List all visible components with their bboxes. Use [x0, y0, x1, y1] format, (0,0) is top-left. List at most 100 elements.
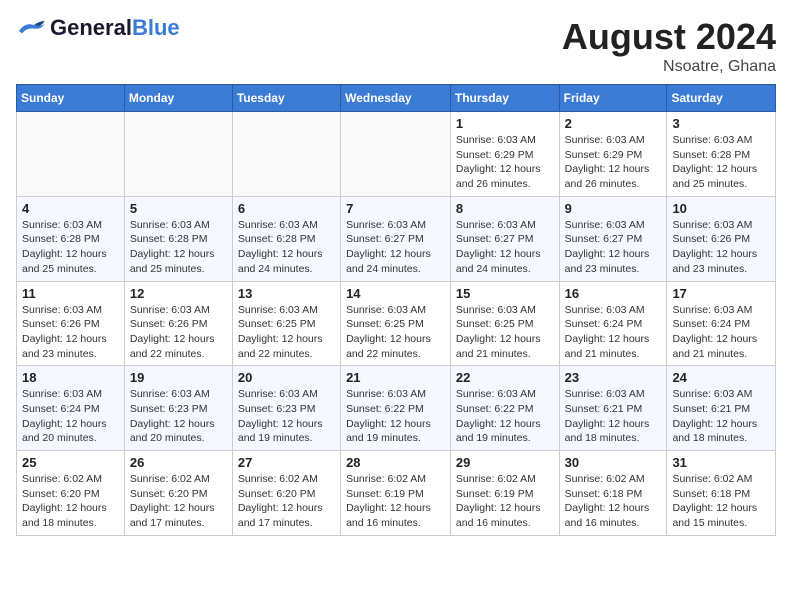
day-info: Sunrise: 6:03 AM Sunset: 6:21 PM Dayligh… — [565, 387, 662, 446]
calendar-cell: 22 Sunrise: 6:03 AM Sunset: 6:22 PM Dayli… — [450, 366, 559, 451]
calendar-cell: 4 Sunrise: 6:03 AM Sunset: 6:28 PM Daylig… — [17, 196, 125, 281]
col-saturday: Saturday — [667, 85, 776, 112]
day-number: 4 — [22, 201, 119, 216]
page-header: GeneralBlue August 2024 Nsoatre, Ghana — [16, 16, 776, 76]
calendar-cell: 6 Sunrise: 6:03 AM Sunset: 6:28 PM Daylig… — [232, 196, 340, 281]
calendar-cell: 1 Sunrise: 6:03 AM Sunset: 6:29 PM Daylig… — [450, 112, 559, 197]
calendar-week-3: 11 Sunrise: 6:03 AM Sunset: 6:26 PM Dayli… — [17, 281, 776, 366]
calendar-header-row: Sunday Monday Tuesday Wednesday Thursday… — [17, 85, 776, 112]
calendar-cell: 31 Sunrise: 6:02 AM Sunset: 6:18 PM Dayli… — [667, 451, 776, 536]
col-sunday: Sunday — [17, 85, 125, 112]
calendar-cell: 26 Sunrise: 6:02 AM Sunset: 6:20 PM Dayli… — [124, 451, 232, 536]
day-number: 1 — [456, 116, 554, 131]
day-info: Sunrise: 6:03 AM Sunset: 6:26 PM Dayligh… — [130, 303, 227, 362]
calendar-week-1: 1 Sunrise: 6:03 AM Sunset: 6:29 PM Daylig… — [17, 112, 776, 197]
logo-icon — [16, 19, 46, 37]
day-info: Sunrise: 6:03 AM Sunset: 6:25 PM Dayligh… — [238, 303, 335, 362]
calendar-cell: 16 Sunrise: 6:03 AM Sunset: 6:24 PM Dayli… — [559, 281, 667, 366]
calendar-cell: 20 Sunrise: 6:03 AM Sunset: 6:23 PM Dayli… — [232, 366, 340, 451]
logo-text: GeneralBlue — [50, 16, 180, 40]
month-year-title: August 2024 — [562, 16, 776, 58]
day-info: Sunrise: 6:03 AM Sunset: 6:22 PM Dayligh… — [346, 387, 445, 446]
day-number: 25 — [22, 455, 119, 470]
calendar-cell: 30 Sunrise: 6:02 AM Sunset: 6:18 PM Dayli… — [559, 451, 667, 536]
calendar-week-5: 25 Sunrise: 6:02 AM Sunset: 6:20 PM Dayli… — [17, 451, 776, 536]
day-info: Sunrise: 6:03 AM Sunset: 6:25 PM Dayligh… — [456, 303, 554, 362]
day-info: Sunrise: 6:02 AM Sunset: 6:18 PM Dayligh… — [672, 472, 770, 531]
col-friday: Friday — [559, 85, 667, 112]
day-info: Sunrise: 6:02 AM Sunset: 6:20 PM Dayligh… — [22, 472, 119, 531]
col-monday: Monday — [124, 85, 232, 112]
day-number: 3 — [672, 116, 770, 131]
day-number: 29 — [456, 455, 554, 470]
day-number: 19 — [130, 370, 227, 385]
calendar-cell: 29 Sunrise: 6:02 AM Sunset: 6:19 PM Dayli… — [450, 451, 559, 536]
calendar-cell: 19 Sunrise: 6:03 AM Sunset: 6:23 PM Dayli… — [124, 366, 232, 451]
day-info: Sunrise: 6:02 AM Sunset: 6:18 PM Dayligh… — [565, 472, 662, 531]
day-number: 16 — [565, 286, 662, 301]
day-info: Sunrise: 6:03 AM Sunset: 6:29 PM Dayligh… — [565, 133, 662, 192]
calendar-cell: 17 Sunrise: 6:03 AM Sunset: 6:24 PM Dayli… — [667, 281, 776, 366]
day-info: Sunrise: 6:03 AM Sunset: 6:26 PM Dayligh… — [672, 218, 770, 277]
day-info: Sunrise: 6:03 AM Sunset: 6:23 PM Dayligh… — [130, 387, 227, 446]
calendar-cell: 10 Sunrise: 6:03 AM Sunset: 6:26 PM Dayli… — [667, 196, 776, 281]
day-number: 8 — [456, 201, 554, 216]
day-number: 7 — [346, 201, 445, 216]
day-number: 14 — [346, 286, 445, 301]
day-number: 15 — [456, 286, 554, 301]
day-number: 6 — [238, 201, 335, 216]
calendar-cell: 28Sunrise: 6:02 AM Sunset: 6:19 PM Dayli… — [341, 451, 451, 536]
calendar-cell: 2 Sunrise: 6:03 AM Sunset: 6:29 PM Daylig… — [559, 112, 667, 197]
col-wednesday: Wednesday — [341, 85, 451, 112]
day-info: Sunrise: 6:03 AM Sunset: 6:24 PM Dayligh… — [565, 303, 662, 362]
day-number: 2 — [565, 116, 662, 131]
day-info: Sunrise: 6:03 AM Sunset: 6:28 PM Dayligh… — [238, 218, 335, 277]
day-info: Sunrise: 6:03 AM Sunset: 6:24 PM Dayligh… — [672, 303, 770, 362]
day-info: Sunrise: 6:02 AM Sunset: 6:20 PM Dayligh… — [238, 472, 335, 531]
day-number: 10 — [672, 201, 770, 216]
title-area: August 2024 Nsoatre, Ghana — [562, 16, 776, 76]
calendar-cell: 9Sunrise: 6:03 AM Sunset: 6:27 PM Daylig… — [559, 196, 667, 281]
day-number: 12 — [130, 286, 227, 301]
day-info: Sunrise: 6:02 AM Sunset: 6:20 PM Dayligh… — [130, 472, 227, 531]
day-number: 18 — [22, 370, 119, 385]
col-thursday: Thursday — [450, 85, 559, 112]
day-number: 26 — [130, 455, 227, 470]
calendar-cell: 7Sunrise: 6:03 AM Sunset: 6:27 PM Daylig… — [341, 196, 451, 281]
col-tuesday: Tuesday — [232, 85, 340, 112]
calendar-cell: 13 Sunrise: 6:03 AM Sunset: 6:25 PM Dayli… — [232, 281, 340, 366]
calendar-table: Sunday Monday Tuesday Wednesday Thursday… — [16, 84, 776, 536]
day-number: 24 — [672, 370, 770, 385]
calendar-cell: 15 Sunrise: 6:03 AM Sunset: 6:25 PM Dayli… — [450, 281, 559, 366]
day-info: Sunrise: 6:03 AM Sunset: 6:23 PM Dayligh… — [238, 387, 335, 446]
day-info: Sunrise: 6:03 AM Sunset: 6:28 PM Dayligh… — [672, 133, 770, 192]
calendar-cell: 27 Sunrise: 6:02 AM Sunset: 6:20 PM Dayli… — [232, 451, 340, 536]
day-number: 31 — [672, 455, 770, 470]
calendar-cell — [232, 112, 340, 197]
location-subtitle: Nsoatre, Ghana — [562, 58, 776, 76]
day-info: Sunrise: 6:03 AM Sunset: 6:22 PM Dayligh… — [456, 387, 554, 446]
day-info: Sunrise: 6:02 AM Sunset: 6:19 PM Dayligh… — [456, 472, 554, 531]
calendar-cell: 14Sunrise: 6:03 AM Sunset: 6:25 PM Dayli… — [341, 281, 451, 366]
calendar-cell: 5Sunrise: 6:03 AM Sunset: 6:28 PM Daylig… — [124, 196, 232, 281]
calendar-cell: 8Sunrise: 6:03 AM Sunset: 6:27 PM Daylig… — [450, 196, 559, 281]
day-number: 22 — [456, 370, 554, 385]
logo: GeneralBlue — [16, 16, 180, 40]
logo-blue: Blue — [132, 15, 180, 40]
day-info: Sunrise: 6:03 AM Sunset: 6:29 PM Dayligh… — [456, 133, 554, 192]
day-number: 28 — [346, 455, 445, 470]
day-number: 23 — [565, 370, 662, 385]
day-number: 27 — [238, 455, 335, 470]
day-number: 30 — [565, 455, 662, 470]
day-number: 11 — [22, 286, 119, 301]
calendar-cell: 23 Sunrise: 6:03 AM Sunset: 6:21 PM Dayli… — [559, 366, 667, 451]
calendar-week-2: 4 Sunrise: 6:03 AM Sunset: 6:28 PM Daylig… — [17, 196, 776, 281]
calendar-week-4: 18Sunrise: 6:03 AM Sunset: 6:24 PM Dayli… — [17, 366, 776, 451]
day-number: 17 — [672, 286, 770, 301]
day-number: 13 — [238, 286, 335, 301]
day-number: 21 — [346, 370, 445, 385]
day-info: Sunrise: 6:03 AM Sunset: 6:28 PM Dayligh… — [22, 218, 119, 277]
day-number: 20 — [238, 370, 335, 385]
calendar-cell: 11Sunrise: 6:03 AM Sunset: 6:26 PM Dayli… — [17, 281, 125, 366]
day-info: Sunrise: 6:03 AM Sunset: 6:27 PM Dayligh… — [565, 218, 662, 277]
